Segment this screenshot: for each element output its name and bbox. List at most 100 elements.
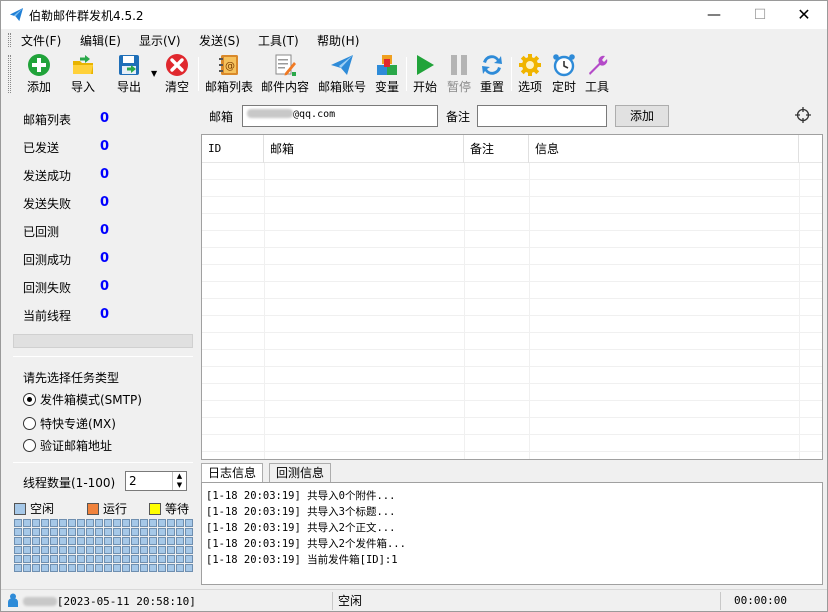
table-row bbox=[202, 197, 822, 214]
thread-cell bbox=[167, 546, 175, 554]
import-button[interactable]: 导入 bbox=[67, 53, 99, 95]
toolbar-grip[interactable] bbox=[8, 55, 11, 93]
table-row bbox=[202, 248, 822, 265]
menu-file[interactable]: 文件(F) bbox=[21, 32, 61, 49]
column-info[interactable]: 信息 bbox=[529, 135, 799, 163]
column-note[interactable]: 备注 bbox=[464, 135, 529, 163]
toolbar-separator bbox=[198, 57, 199, 91]
column-email[interactable]: 邮箱 bbox=[264, 135, 464, 163]
thread-cell bbox=[113, 519, 121, 527]
reset-button[interactable]: 重置 bbox=[478, 53, 506, 95]
thread-cell bbox=[158, 546, 166, 554]
crosshair-icon[interactable] bbox=[795, 107, 811, 123]
thread-cell bbox=[104, 528, 112, 536]
table-row bbox=[202, 231, 822, 248]
toolbar-separator bbox=[511, 57, 512, 91]
timer-button[interactable]: 定时 bbox=[550, 53, 578, 95]
thread-cell bbox=[41, 528, 49, 536]
table-row bbox=[202, 418, 822, 435]
table-row bbox=[202, 265, 822, 282]
spinner-buttons[interactable]: ▲ ▼ bbox=[172, 472, 186, 490]
radio-button[interactable] bbox=[23, 393, 36, 406]
thread-cell bbox=[68, 564, 76, 572]
divider bbox=[13, 356, 193, 357]
thread-count-spinner[interactable]: 2 ▲ ▼ bbox=[125, 471, 187, 491]
menu-help[interactable]: 帮助(H) bbox=[317, 32, 359, 49]
stat-tested: 已回测 0 bbox=[23, 223, 110, 239]
export-button[interactable]: 导出 bbox=[113, 53, 145, 95]
tab-test[interactable]: 回测信息 bbox=[269, 463, 332, 483]
stat-test-success: 回测成功 0 bbox=[23, 251, 110, 267]
thread-count-value[interactable]: 2 bbox=[129, 474, 137, 488]
thread-cell bbox=[77, 564, 85, 572]
options-button[interactable]: 选项 bbox=[516, 53, 544, 95]
thread-cell bbox=[14, 546, 22, 554]
menu-grip[interactable] bbox=[8, 33, 11, 47]
status-state: 空闲 bbox=[335, 592, 721, 610]
variables-button[interactable]: 变量 bbox=[373, 53, 401, 95]
blocks-icon bbox=[377, 55, 397, 75]
menu-tools[interactable]: 工具(T) bbox=[258, 32, 299, 49]
close-button[interactable]: ✕ bbox=[781, 1, 827, 29]
stat-value: 0 bbox=[100, 307, 110, 322]
stat-value: 0 bbox=[100, 111, 110, 126]
wrench-icon bbox=[589, 55, 608, 75]
idle-swatch bbox=[14, 503, 26, 515]
window-title: 伯勒邮件群发机4.5.2 bbox=[29, 9, 144, 23]
minimize-button[interactable]: — bbox=[691, 1, 737, 29]
thread-cell bbox=[131, 564, 139, 572]
radio-verify[interactable]: 验证邮箱地址 bbox=[23, 437, 112, 454]
mailbox-table[interactable]: ID 邮箱 备注 信息 bbox=[201, 134, 823, 460]
menu-edit[interactable]: 编辑(E) bbox=[80, 32, 121, 49]
radio-mx[interactable]: 特快专递(MX) bbox=[23, 415, 116, 432]
thread-cell bbox=[86, 564, 94, 572]
column-id[interactable]: ID bbox=[202, 135, 264, 163]
pause-button[interactable]: 暂停 bbox=[445, 53, 473, 95]
mail-content-button[interactable]: 邮件内容 bbox=[259, 53, 311, 95]
stat-value: 0 bbox=[100, 139, 110, 154]
thread-cell bbox=[122, 546, 130, 554]
export-dropdown-arrow[interactable]: ▼ bbox=[151, 69, 157, 78]
spinner-down-icon[interactable]: ▼ bbox=[173, 481, 186, 490]
spinner-up-icon[interactable]: ▲ bbox=[173, 472, 186, 481]
mail-account-button[interactable]: 邮箱账号 bbox=[316, 53, 368, 95]
radio-button[interactable] bbox=[23, 417, 36, 430]
tools-button[interactable]: 工具 bbox=[583, 53, 611, 95]
thread-cell bbox=[41, 519, 49, 527]
email-input[interactable]: @qq.com bbox=[242, 105, 438, 127]
legend-idle: 空闲 bbox=[14, 500, 54, 517]
svg-text:@: @ bbox=[225, 61, 235, 72]
thread-cell bbox=[59, 564, 67, 572]
mailbox-list-button[interactable]: @ 邮箱列表 bbox=[203, 53, 255, 95]
menu-send[interactable]: 发送(S) bbox=[199, 32, 240, 49]
log-panel[interactable]: [1-18 20:03:19] 共导入0个附件... [1-18 20:03:1… bbox=[201, 482, 823, 585]
thread-cell bbox=[176, 519, 184, 527]
thread-cell bbox=[95, 555, 103, 563]
menu-view[interactable]: 显示(V) bbox=[139, 32, 181, 49]
thread-cell bbox=[50, 564, 58, 572]
stat-value: 0 bbox=[100, 251, 110, 266]
clear-icon bbox=[166, 54, 188, 76]
paper-plane-icon bbox=[9, 7, 24, 22]
radio-smtp[interactable]: 发件箱模式(SMTP) bbox=[23, 391, 142, 408]
note-input[interactable] bbox=[477, 105, 607, 127]
tab-log[interactable]: 日志信息 bbox=[201, 463, 264, 483]
task-type-title: 请先选择任务类型 bbox=[23, 371, 120, 385]
add-mailbox-button[interactable]: 添加 bbox=[615, 105, 669, 127]
start-button[interactable]: 开始 bbox=[411, 53, 439, 95]
thread-cell bbox=[95, 528, 103, 536]
thread-cell bbox=[104, 537, 112, 545]
maximize-button[interactable]: ☐ bbox=[737, 1, 783, 29]
thread-cell bbox=[14, 555, 22, 563]
thread-cell bbox=[77, 546, 85, 554]
thread-cell bbox=[41, 537, 49, 545]
thread-cell bbox=[68, 519, 76, 527]
thread-cell bbox=[59, 519, 67, 527]
thread-cell bbox=[185, 564, 193, 572]
add-button[interactable]: 添加 bbox=[23, 53, 55, 95]
thread-cell bbox=[185, 555, 193, 563]
table-row bbox=[202, 316, 822, 333]
thread-cell bbox=[122, 555, 130, 563]
clear-button[interactable]: 清空 bbox=[161, 53, 193, 95]
radio-button[interactable] bbox=[23, 439, 36, 452]
